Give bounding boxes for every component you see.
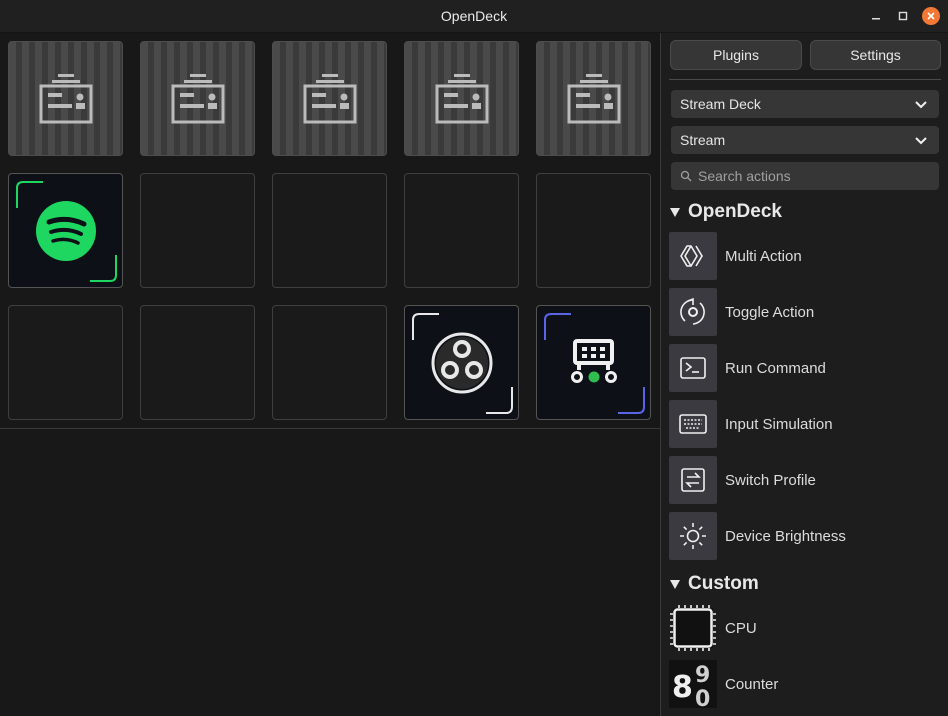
- minimize-button[interactable]: [868, 8, 884, 24]
- brightness-icon: [669, 512, 717, 560]
- action-label: Multi Action: [725, 247, 802, 265]
- minimize-icon: [872, 18, 880, 20]
- placeholder-device-icon: [303, 73, 356, 123]
- spotify-icon: [16, 181, 117, 282]
- key-0-3[interactable]: [404, 41, 519, 156]
- section-opendeck-header[interactable]: OpenDeck: [670, 201, 782, 223]
- svg-text:0: 0: [695, 687, 710, 708]
- action-panel: Plugins Settings Stream Deck Stream Open…: [660, 33, 948, 716]
- terminal-icon: [669, 344, 717, 392]
- grid-divider: [0, 428, 660, 429]
- placeholder-device-icon: [171, 73, 224, 123]
- action-label: CPU: [725, 619, 757, 637]
- key-2-2[interactable]: [272, 305, 387, 420]
- search-input[interactable]: [698, 162, 933, 190]
- key-2-3-obs[interactable]: [404, 305, 519, 420]
- key-2-4-keyboard[interactable]: [536, 305, 651, 420]
- key-1-4[interactable]: [536, 173, 651, 288]
- device-select[interactable]: Stream Deck: [671, 90, 939, 118]
- key-0-2[interactable]: [272, 41, 387, 156]
- plugins-button[interactable]: Plugins: [670, 40, 802, 70]
- action-input-simulation[interactable]: Input Simulation: [669, 400, 941, 448]
- action-label: Counter: [725, 675, 779, 693]
- action-label: Run Command: [725, 359, 826, 377]
- profile-select[interactable]: Stream: [671, 126, 939, 154]
- collapse-triangle-icon: [670, 207, 680, 217]
- svg-text:8: 8: [672, 670, 693, 705]
- action-run-command[interactable]: Run Command: [669, 344, 941, 392]
- obs-icon: [412, 313, 513, 414]
- key-2-1[interactable]: [140, 305, 255, 420]
- profile-select-value: Stream: [680, 132, 726, 148]
- action-toggle-action[interactable]: Toggle Action: [669, 288, 941, 336]
- title-bar: OpenDeck: [0, 0, 948, 33]
- section-title: Custom: [688, 573, 759, 594]
- search-box: [671, 162, 939, 190]
- multi-action-icon: [669, 232, 717, 280]
- key-1-0-spotify[interactable]: [8, 173, 123, 288]
- chevron-down-icon: [915, 101, 927, 109]
- section-title: OpenDeck: [688, 201, 782, 222]
- panel-divider: [669, 79, 941, 80]
- key-0-1[interactable]: [140, 41, 255, 156]
- key-2-0[interactable]: [8, 305, 123, 420]
- action-device-brightness[interactable]: Device Brightness: [669, 512, 941, 560]
- cpu-chip-icon: [669, 604, 717, 652]
- keyboard-device-icon: [544, 313, 645, 414]
- key-1-2[interactable]: [272, 173, 387, 288]
- placeholder-device-icon: [39, 73, 92, 123]
- action-cpu[interactable]: CPU: [669, 604, 941, 652]
- key-1-1[interactable]: [140, 173, 255, 288]
- maximize-button[interactable]: [895, 8, 911, 24]
- chevron-down-icon: [915, 137, 927, 145]
- window-title: OpenDeck: [440, 8, 508, 24]
- toggle-action-icon: [669, 288, 717, 336]
- maximize-icon: [898, 11, 908, 21]
- key-0-4[interactable]: [536, 41, 651, 156]
- placeholder-device-icon: [435, 73, 488, 123]
- key-1-3[interactable]: [404, 173, 519, 288]
- action-switch-profile[interactable]: Switch Profile: [669, 456, 941, 504]
- close-button[interactable]: [922, 7, 940, 25]
- device-select-value: Stream Deck: [680, 96, 761, 112]
- keyboard-icon: [669, 400, 717, 448]
- close-icon: [927, 12, 935, 20]
- action-label: Device Brightness: [725, 527, 846, 545]
- counter-icon: 890: [669, 660, 717, 708]
- key-0-0[interactable]: [8, 41, 123, 156]
- action-label: Switch Profile: [725, 471, 816, 489]
- search-icon: [680, 170, 692, 182]
- switch-profile-icon: [669, 456, 717, 504]
- section-custom-header[interactable]: Custom: [670, 573, 759, 595]
- collapse-triangle-icon: [670, 579, 680, 589]
- settings-button[interactable]: Settings: [810, 40, 941, 70]
- svg-text:9: 9: [695, 663, 710, 688]
- action-label: Input Simulation: [725, 415, 833, 433]
- action-counter[interactable]: 890 Counter: [669, 660, 941, 708]
- device-grid: [0, 33, 660, 716]
- action-multi-action[interactable]: Multi Action: [669, 232, 941, 280]
- action-label: Toggle Action: [725, 303, 815, 321]
- placeholder-device-icon: [567, 73, 620, 123]
